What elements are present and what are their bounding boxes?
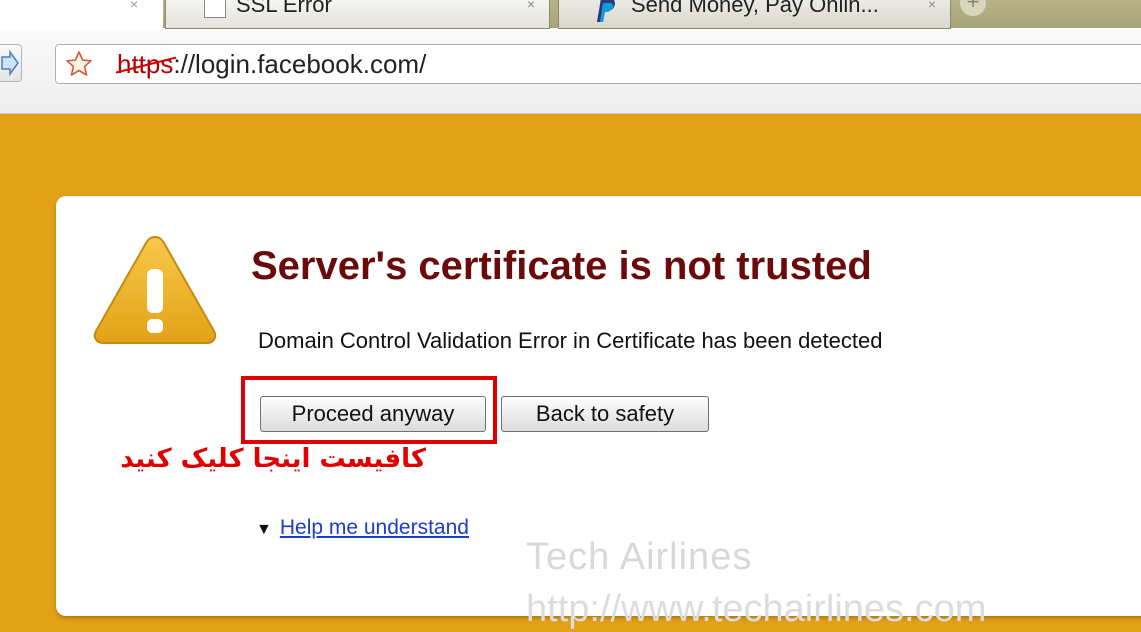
page-title: Server's certificate is not trusted — [251, 244, 872, 288]
help-me-understand-link[interactable]: ▼ Help me understand — [256, 516, 469, 540]
paypal-icon — [597, 0, 615, 22]
error-description: Domain Control Validation Error in Certi… — [258, 328, 883, 353]
tab-strip: × SSL Error × Send Money, Pay Onlin... ×… — [0, 0, 1141, 30]
address-bar[interactable]: https://login.facebook.com/ — [55, 44, 1141, 84]
forward-arrow-icon — [1, 49, 19, 77]
forward-button[interactable] — [0, 44, 22, 82]
document-icon — [204, 0, 226, 18]
tab-close-icon[interactable]: × — [527, 0, 535, 12]
back-to-safety-button[interactable]: Back to safety — [501, 396, 709, 432]
tab-title: Send Money, Pay Onlin... — [631, 0, 879, 17]
watermark-text: Tech Airlines — [526, 536, 753, 578]
page-content: Server's certificate is not trusted Doma… — [0, 114, 1141, 632]
watermark-url: http://www.techairlines.com — [526, 588, 987, 630]
url-host: ://login.facebook.com/ — [173, 49, 427, 79]
url-text[interactable]: https://login.facebook.com/ — [117, 49, 426, 80]
triangle-down-icon: ▼ — [256, 521, 272, 538]
error-card: Server's certificate is not trusted Doma… — [56, 196, 1141, 630]
tab-close-icon[interactable]: × — [928, 0, 936, 12]
warning-triangle-icon — [93, 235, 217, 344]
browser-toolbar: https://login.facebook.com/ — [0, 30, 1141, 114]
tab-ssl-error[interactable]: SSL Error × — [165, 0, 550, 29]
tab-title: SSL Error — [236, 0, 332, 17]
proceed-anyway-button[interactable]: Proceed anyway — [260, 396, 486, 432]
star-icon[interactable] — [65, 50, 93, 78]
tab-paypal[interactable]: Send Money, Pay Onlin... × — [558, 0, 951, 29]
annotation-text: کافیست اینجا کلیک کنید — [120, 444, 426, 474]
tab-close-icon[interactable]: × — [130, 0, 138, 12]
help-link-label[interactable]: Help me understand — [280, 516, 469, 539]
url-protocol: https — [117, 49, 174, 79]
